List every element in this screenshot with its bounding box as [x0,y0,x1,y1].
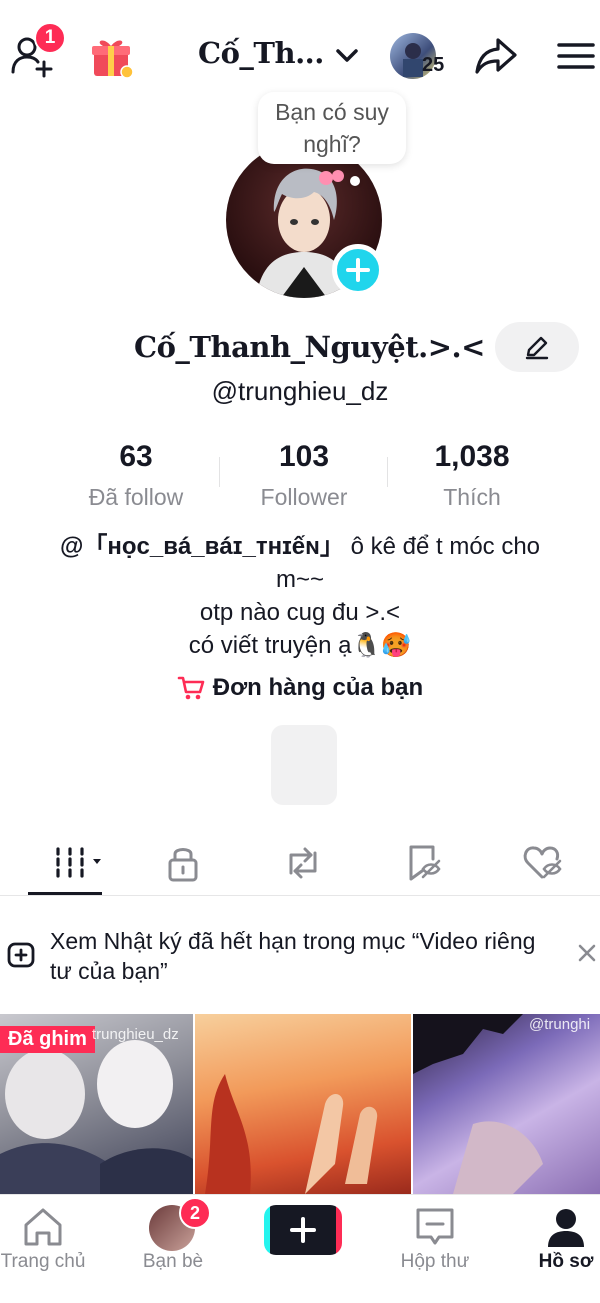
tab-liked[interactable] [503,838,583,888]
thought-bubble-dot [350,176,360,186]
stat-followers-value: 103 [278,440,330,473]
nav-inbox-label: Hộp thư [400,1251,470,1272]
notification-badge: 1 [34,22,66,54]
edit-profile-button[interactable] [495,322,579,372]
lock-icon [168,848,198,882]
close-icon-svg [578,944,596,962]
create-button[interactable] [264,1205,342,1255]
tab-saved[interactable] [383,838,463,888]
username-handle: @trunghieu_dz [211,376,389,406]
nav-home-label: Trang chủ [0,1251,86,1272]
bio-line-3: có viết truyện ạ🐧🥵 [188,632,412,659]
video-thumbnail[interactable] [195,1014,411,1194]
stat-following-value: 63 [119,440,153,473]
display-name[interactable]: Cố_Thanh_Nguyệt.>.< [134,330,523,364]
gift-icon[interactable] [88,34,136,80]
menu-icon[interactable] [556,38,596,74]
active-tab-indicator [28,892,102,895]
bio: @「ʜọᴄ_ʙá_ʙáɪ_ᴛʜɪếɴ」 ô kê để t móc cho m~… [40,530,560,662]
video-grid: Đã ghim trunghieu_dz @trunghi [0,1014,600,1194]
share-icon-svg [475,38,517,74]
nav-home[interactable]: Trang chủ [0,1195,103,1295]
profile-icon [548,1209,584,1247]
add-friend-icon[interactable]: 1 [8,22,66,78]
menu-icon-svg [557,43,595,69]
video-thumbnail[interactable]: @trunghi [413,1014,600,1194]
stat-likes-value: 1,038 [434,440,510,473]
plus-icon [270,1205,336,1255]
video-thumbnail[interactable]: Đã ghim trunghieu_dz [0,1014,193,1194]
gift-icon-svg [92,40,134,79]
tab-reposts[interactable] [263,838,343,888]
orders-link[interactable]: Đơn hàng của bạn [0,674,600,702]
bio-mention[interactable]: @「ʜọᴄ_ʙá_ʙáɪ_ᴛʜɪếɴ」 [60,533,344,560]
watermark: trunghieu_dz [92,1026,179,1043]
story-count: 25 [422,54,445,76]
pencil-icon [525,336,549,360]
thumbnail-art [413,1014,543,1194]
add-video-icon [7,942,35,968]
tab-videos[interactable] [34,838,114,888]
display-name-text: Cố_Thanh_Nguyệt.>.< [134,330,485,364]
home-icon [24,1208,62,1246]
bio-line-2: otp nào cug đu >.< [199,599,401,626]
cart-icon [177,676,205,700]
orders-label: Đơn hàng của bạn [212,674,424,701]
bio-line-1: @「ʜọᴄ_ʙá_ʙáɪ_ᴛʜɪếɴ」 ô kê để t móc cho m~… [40,530,560,596]
nav-profile-label: Hồ sơ [538,1251,594,1272]
stat-following-label: Đã follow [88,484,184,510]
stat-followers[interactable]: 103 Follower [219,440,389,511]
account-switcher-name[interactable]: Cố_Th... [198,36,324,70]
friends-badge: 2 [179,1197,211,1229]
stat-following[interactable]: 63 Đã follow [51,440,221,511]
nav-inbox[interactable]: Hộp thư [375,1195,495,1295]
chevron-down-icon[interactable] [334,44,360,68]
nav-profile[interactable]: Hồ sơ [506,1195,600,1295]
watermark: @trunghi [529,1016,591,1033]
grid-icon [56,847,101,878]
nav-friends-label: Bạn bè [142,1251,204,1272]
content-tabs [0,830,600,896]
tab-private[interactable] [143,838,223,888]
close-icon[interactable] [572,938,600,968]
plus-icon-svg [290,1217,316,1243]
thumbnail-art [205,1074,378,1194]
highlight-placeholder[interactable] [271,725,337,805]
bookmark-hidden-icon [409,845,441,881]
stat-followers-label: Follower [260,484,348,510]
expired-diary-notice[interactable]: Xem Nhật ký đã hết hạn trong mục “Video … [0,920,600,996]
add-story-button[interactable] [332,244,384,296]
inbox-icon [416,1208,454,1245]
nav-friends[interactable]: 2 Bạn bè [113,1195,233,1295]
chevron-down-icon-svg [336,49,358,62]
stat-likes[interactable]: 1,038 Thích [387,440,557,511]
thought-bubble[interactable]: Bạn có suy nghĩ? [258,92,406,164]
share-icon[interactable] [472,34,520,78]
profile-avatar-wrap[interactable] [226,142,384,298]
notice-text: Xem Nhật ký đã hết hạn trong mục “Video … [50,928,536,984]
plus-icon [346,258,370,282]
pinned-label: Đã ghim [0,1026,95,1053]
heart-hidden-icon [523,846,562,879]
repost-icon [289,847,317,879]
stat-likes-label: Thích [443,484,501,510]
bottom-nav: Trang chủ 2 Bạn bè Hộp thư Hồ sơ [0,1194,600,1303]
